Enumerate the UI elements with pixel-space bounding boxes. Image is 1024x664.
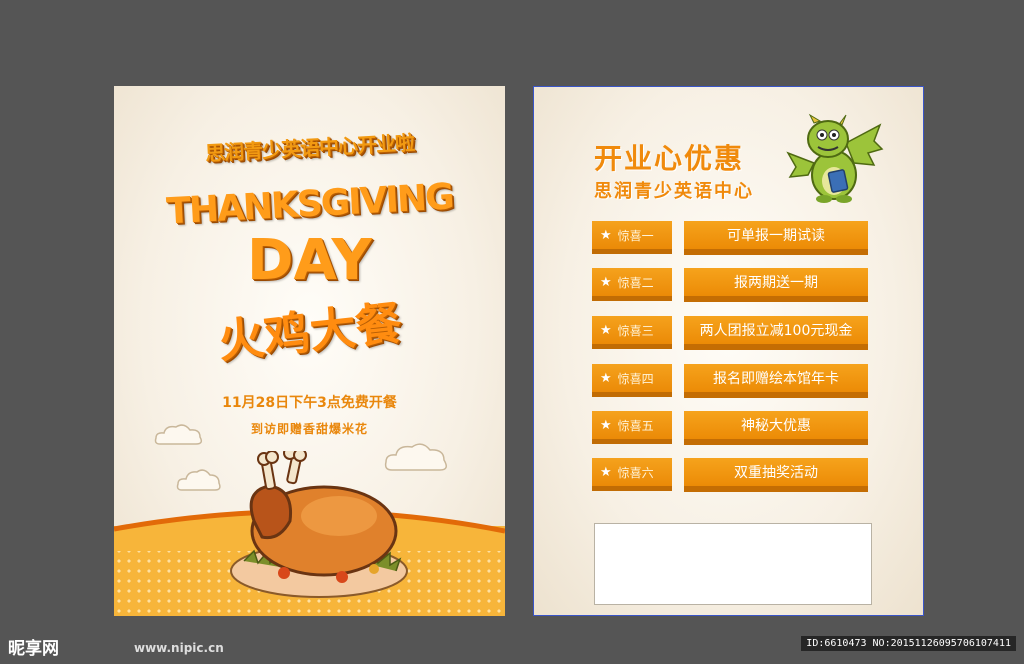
front-flyer: 思润青少英语中心开业啦 THANKSGIVING DAY 火鸡大餐 11月28日… <box>114 86 505 616</box>
star-icon: ★ <box>600 464 612 480</box>
offer-text: 报两期送一期 <box>684 268 868 296</box>
offer-row: ★ 惊喜三 两人团报立减100元现金 <box>592 316 868 350</box>
watermark-logo: 昵享网 <box>8 639 59 659</box>
back-title: 开业心优惠 <box>594 142 745 175</box>
offer-text: 神秘大优惠 <box>684 411 868 439</box>
offer-tag-label: 惊喜六 <box>617 465 654 480</box>
blank-info-box <box>594 523 872 605</box>
offer-tag: ★ 惊喜三 <box>592 316 672 344</box>
offer-tag-label: 惊喜二 <box>617 275 654 290</box>
offer-row: ★ 惊喜四 报名即赠绘本馆年卡 <box>592 364 868 398</box>
roast-turkey-icon <box>230 451 408 598</box>
offer-row: ★ 惊喜六 双重抽奖活动 <box>592 458 868 492</box>
star-icon: ★ <box>600 370 612 386</box>
watermark-url[interactable]: www.nipic.cn <box>134 641 224 655</box>
star-icon: ★ <box>600 417 612 433</box>
offer-text: 两人团报立减100元现金 <box>684 316 868 344</box>
offer-text: 报名即赠绘本馆年卡 <box>684 364 868 392</box>
back-subtitle: 思润青少英语中心 <box>594 181 754 202</box>
offer-text: 双重抽奖活动 <box>684 458 868 486</box>
offer-tag: ★ 惊喜四 <box>592 364 672 392</box>
offer-row: ★ 惊喜五 神秘大优惠 <box>592 411 868 445</box>
event-time-text: 11月28日下午3点免费开餐 <box>222 395 397 411</box>
thanksgiving-text: THANKSGIVING <box>165 176 454 233</box>
offer-row: ★ 惊喜一 可单报一期试读 <box>592 221 868 255</box>
offer-text: 可单报一期试读 <box>684 221 868 249</box>
offer-row: ★ 惊喜二 报两期送一期 <box>592 268 868 302</box>
offer-tag: ★ 惊喜一 <box>592 221 672 249</box>
star-icon: ★ <box>600 274 612 290</box>
cloud-icon <box>154 424 203 445</box>
dragon-mascot-icon <box>786 113 884 203</box>
cloud-icon <box>176 469 221 491</box>
watermark-id: ID:6610473 NO:20151126095706107411 <box>801 636 1016 651</box>
back-flyer: 开业心优惠 思润青少英语中心 ★ 惊喜一 可单报一期试读 ★ 惊喜二 报两期送一期 … <box>533 86 924 616</box>
offer-tag: ★ 惊喜二 <box>592 268 672 296</box>
front-title: 思润青少英语中心开业啦 <box>204 130 415 166</box>
offer-tag: ★ 惊喜五 <box>592 411 672 439</box>
offer-tag-label: 惊喜五 <box>617 418 654 433</box>
offer-tag-label: 惊喜四 <box>617 371 654 386</box>
star-icon: ★ <box>600 322 612 338</box>
offer-tag: ★ 惊喜六 <box>592 458 672 486</box>
star-icon: ★ <box>600 227 612 243</box>
offer-tag-label: 惊喜一 <box>617 228 654 243</box>
offer-tag-label: 惊喜三 <box>617 323 654 338</box>
